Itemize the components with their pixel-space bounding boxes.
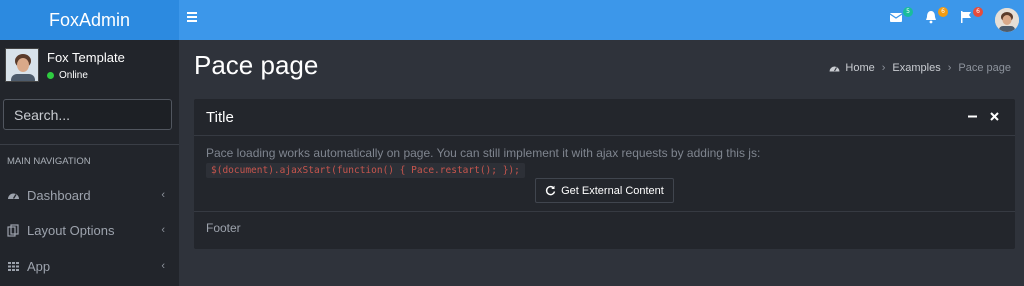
breadcrumb: Home › Examples › Pace page	[829, 62, 1011, 74]
copy-icon	[7, 223, 19, 237]
get-external-content-button[interactable]: Get External Content	[535, 178, 674, 203]
status-text: Online	[59, 70, 88, 81]
sidebar-item-layout-options[interactable]: Layout Options ‹	[0, 212, 179, 248]
search-input[interactable]	[4, 100, 195, 129]
sidebar-item-dashboard[interactable]: Dashboard ‹	[0, 177, 179, 213]
chevron-left-icon: ‹	[161, 224, 165, 236]
dashboard-icon	[8, 193, 19, 199]
messages-button[interactable]: 5	[889, 7, 913, 26]
user-name: Fox Template	[47, 50, 125, 65]
bell-icon	[926, 11, 936, 24]
button-label: Get External Content	[561, 184, 664, 197]
user-menu-avatar[interactable]	[995, 8, 1019, 32]
user-status: Online	[47, 70, 88, 81]
box-title: Title	[206, 109, 234, 126]
box-header: Title	[194, 99, 1015, 136]
sidebar-item-label: App	[27, 258, 51, 274]
breadcrumb-examples-link[interactable]: Examples	[892, 62, 940, 74]
breadcrumb-separator-icon: ›	[881, 62, 886, 74]
sidebar-search	[3, 99, 207, 130]
collapse-button[interactable]	[968, 109, 977, 124]
close-icon	[990, 112, 999, 121]
content-box: Title Pace loading works automatically o…	[194, 99, 1015, 249]
top-navbar: 5 6 6	[179, 0, 1024, 40]
avatar-image	[6, 49, 38, 81]
flag-icon	[961, 11, 971, 23]
grid-icon	[8, 261, 19, 271]
notifications-button[interactable]: 6	[924, 7, 948, 26]
online-status-dot-icon	[47, 72, 54, 79]
avatar-image	[995, 8, 1019, 32]
nav-header: MAIN NAVIGATION	[7, 156, 91, 167]
refresh-icon	[546, 185, 556, 196]
minus-icon	[968, 115, 977, 118]
breadcrumb-home-link[interactable]: Home	[845, 62, 874, 74]
remove-button[interactable]	[990, 109, 999, 124]
app-logo[interactable]: FoxAdmin	[0, 0, 179, 40]
box-description: Pace loading works automatically on page…	[206, 146, 761, 160]
envelope-icon	[889, 13, 903, 22]
breadcrumb-separator-icon: ›	[947, 62, 952, 74]
dashboard-icon	[829, 66, 840, 72]
hamburger-menu-icon[interactable]	[187, 12, 197, 22]
chevron-left-icon: ‹	[161, 260, 165, 272]
box-footer: Footer	[206, 221, 241, 235]
sidebar: Fox Template Online MAIN NAVIGATION Dash…	[0, 40, 207, 286]
logo-text: FoxAdmin	[48, 9, 131, 30]
chevron-left-icon: ‹	[161, 189, 165, 201]
sidebar-divider	[0, 144, 179, 145]
breadcrumb-current: Pace page	[958, 62, 1011, 74]
sidebar-item-label: Dashboard	[27, 187, 91, 203]
page-title: Pace page	[194, 50, 319, 80]
messages-count-badge: 5	[903, 7, 913, 17]
sidebar-item-label: Layout Options	[27, 222, 115, 238]
flags-button[interactable]: 6	[959, 7, 983, 26]
user-avatar	[5, 48, 39, 82]
flags-count-badge: 6	[973, 7, 983, 17]
sidebar-item-app[interactable]: App ‹	[0, 248, 179, 284]
user-panel: Fox Template Online	[0, 40, 179, 95]
code-snippet: $(document).ajaxStart(function() { Pace.…	[206, 163, 525, 178]
notifications-count-badge: 6	[938, 7, 948, 17]
